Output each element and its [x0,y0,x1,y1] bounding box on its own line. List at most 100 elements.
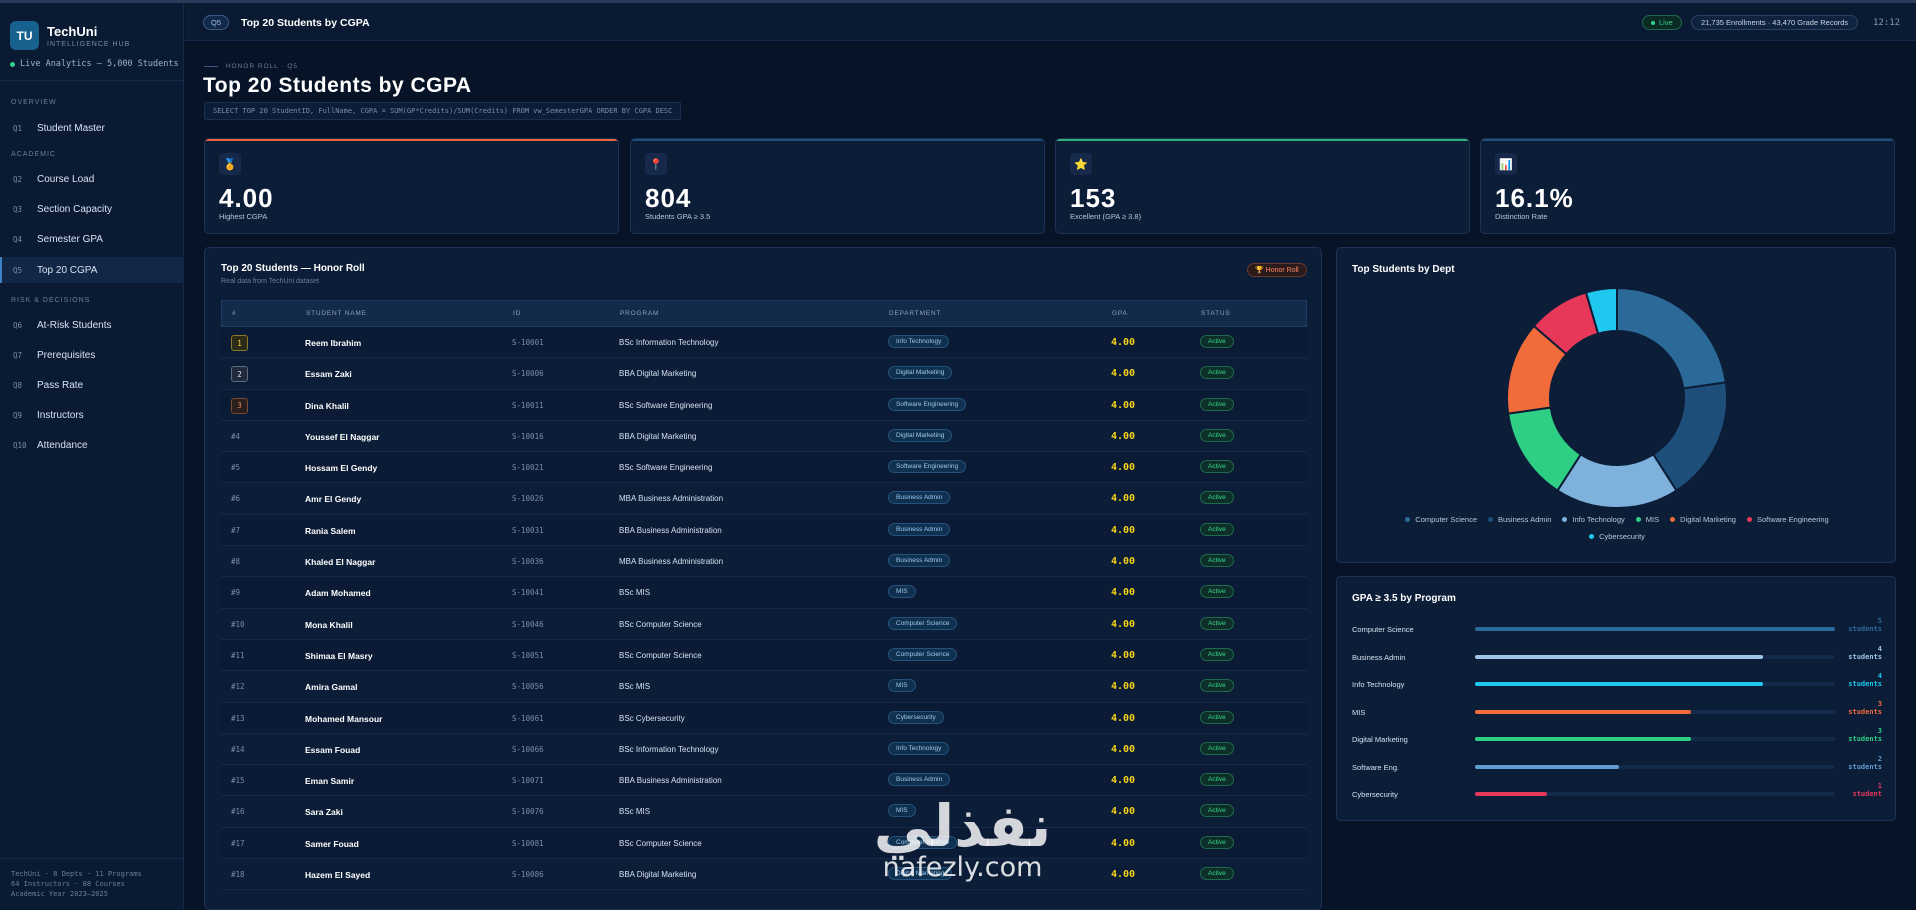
sidebar-item-pass-rate[interactable]: Q8 Pass Rate [0,372,184,398]
star-icon: ⭐ [1070,153,1092,175]
bar-row[interactable]: Info Technology 4 students [1352,672,1882,699]
chart-title: Top Students by Dept [1352,264,1455,275]
legend-item[interactable]: Info Technology [1562,515,1625,524]
table-row[interactable]: #5 Hossam El Gendy S-10021 BSc Software Eng… [221,452,1307,484]
sidebar-item-course-load[interactable]: Q2 Course Load [0,166,184,192]
bar-row[interactable]: Cybersecurity 1 student [1352,782,1882,809]
table-row[interactable]: #4 Youssef El Naggar S-10016 BBA Digital Ma… [221,421,1307,453]
bar-row[interactable]: Digital Marketing 3 students [1352,727,1882,754]
table-row[interactable]: #17 Samer Fouad S-10081 BSc Computer Scienc… [221,827,1307,860]
sidebar-item-student-master[interactable]: Q1 Student Master [0,115,184,141]
live-analytics-text: Live Analytics — 5,000 Students [20,59,179,69]
program-cell: BBA Digital Marketing [619,431,697,441]
table-row[interactable]: #18 Hazem El Sayed S-10086 BBA Digital Mark… [221,859,1307,891]
status-badge: Active [1200,491,1234,505]
legend-item[interactable]: Software Engineering [1746,515,1829,524]
page-title: Top 20 Students by CGPA [203,74,472,97]
table-row[interactable]: #7 Rania Salem S-10031 BBA Business Adminis… [221,514,1307,547]
program-cell: MBA Business Administration [619,494,724,504]
column-header[interactable]: GPA [1112,310,1128,317]
table-row[interactable]: #13 Mohamed Mansour S-10061 BSc Cybersecuri… [221,702,1307,734]
bar-row[interactable]: Computer Science 5 students [1352,617,1882,644]
donut-slice-computer-science[interactable] [1616,286,1728,390]
kpi-distinction-rate: 📊 16.1% Distinction Rate [1480,138,1895,234]
nav-label: Student Master [37,122,105,134]
legend-item[interactable]: Computer Science [1405,515,1477,524]
kpi-accent-bar [205,139,618,141]
bar-label: Business Admin [1352,652,1406,662]
table-row[interactable]: #15 Eman Samir S-10071 BBA Business Adminis… [221,765,1307,797]
kpi-excellent: ⭐ 153 Excellent (GPA ≥ 3.8) [1055,138,1470,234]
table-row[interactable]: 1 Reem Ibrahim S-10001 BSc Information Tech… [221,327,1307,359]
status-badge: Active [1200,397,1234,411]
nav-number: Q4 [13,234,23,244]
kpi-label: Students GPA ≥ 3.5 [645,212,711,221]
kpi-label: Distinction Rate [1495,212,1548,221]
query-badge: Q5 [203,15,230,30]
column-header[interactable]: PROGRAM [620,310,659,317]
program-cell: BBA Business Administration [619,776,722,786]
bar-value-unit: students [1848,652,1882,661]
legend-item[interactable]: Cybersecurity [1589,532,1645,541]
table-row[interactable]: #12 Amira Gamal S-10056 BSc MIS 4.00 MIS Activ… [221,671,1307,703]
table-row[interactable]: #11 Shimaa El Masry S-10051 BSc Computer Sc… [221,639,1307,672]
legend-item[interactable]: Digital Marketing [1670,515,1736,524]
legend-label: Software Engineering [1756,515,1829,524]
table-row[interactable]: 2 Essam Zaki S-10006 BBA Digital Marketing 4… [221,358,1307,390]
bar-fill [1475,682,1763,686]
legend-item[interactable]: MIS [1635,515,1659,524]
bar-value-number: 4 [1877,644,1882,653]
column-header[interactable]: DEPARTMENT [889,310,941,317]
status-badge: Active [1200,335,1234,348]
nav-number: Q6 [13,320,23,330]
bar-label: MIS [1352,707,1366,717]
bar-row[interactable]: Software Eng. 2 students [1352,755,1882,782]
sidebar-item-attendance[interactable]: Q10 Attendance [0,432,184,458]
column-header[interactable]: # [232,310,236,317]
student-name-cell: Essam Fouad [305,744,361,755]
table-row[interactable]: #10 Mona Khalil S-10046 BSc Computer Scienc… [221,609,1307,640]
rank-badge: 3 [231,397,248,414]
nav-number: Q3 [13,204,23,214]
student-id-cell: S-10031 [512,525,544,535]
program-cell: BSc Computer Science [619,838,702,848]
bar-track [1475,682,1835,686]
gpa-cell: 4.00 [1111,493,1136,505]
legend-dot-icon [1562,517,1568,522]
column-header[interactable]: ID [513,310,521,317]
sidebar-footer-divider [0,858,184,859]
student-id-cell: S-10056 [512,682,544,692]
department-badge: Digital Marketing [888,428,953,442]
footer-line: 64 Instructors · 88 Courses [11,880,125,888]
column-header[interactable]: STUDENT NAME [306,310,367,317]
sidebar-item-semester-gpa[interactable]: Q4 Semester GPA [0,226,184,252]
table-row[interactable]: #14 Essam Fouad S-10066 BSc Information Tec… [221,734,1307,766]
table-row[interactable]: #8 Khaled El Naggar S-10036 MBA Business Ad… [221,546,1307,578]
student-name-cell: Rania Salem [305,525,356,536]
legend-dot-icon [1488,517,1493,522]
bar-row[interactable]: Business Admin 4 students [1352,644,1882,672]
bar-row[interactable]: MIS 3 students [1352,700,1882,727]
department-badge: Info Technology [888,335,950,348]
sidebar-item-instructors[interactable]: Q9 Instructors [0,402,184,428]
student-name-cell: Amr El Gendy [305,494,362,505]
rank-cell: #4 [231,431,241,441]
sidebar-item-section-capacity[interactable]: Q3 Section Capacity [0,196,184,222]
sidebar-item-top-20-cgpa[interactable]: Q5 Top 20 CGPA [0,257,184,283]
column-header[interactable]: STATUS [1201,310,1230,317]
sidebar-item-at-risk[interactable]: Q6 At-Risk Students [0,312,184,338]
section-label-academic: ACADEMIC [11,151,56,158]
sidebar-item-prerequisites[interactable]: Q7 Prerequisites [0,342,184,368]
bar-value-label: 2 students [1848,755,1882,771]
table-row[interactable]: 3 Dina Khalil S-10011 BSc Software Engineer… [221,389,1307,421]
table-row[interactable]: #16 Sara Zaki S-10076 BSc MIS 4.00 MIS Active [221,796,1307,828]
program-cell: BSc MIS [619,588,651,598]
department-badge: Info Technology [888,741,950,755]
legend-item[interactable]: Business Admin [1488,515,1551,524]
table-row[interactable]: #6 Amr El Gendy S-10026 MBA Business Admini… [221,483,1307,515]
table-row[interactable]: #9 Adam Mohamed S-10041 BSc MIS 4.00 MIS Activ… [221,577,1307,609]
nav-label: Top 20 CGPA [37,264,98,276]
department-badge: MIS [888,679,916,693]
bar-value-label: 3 students [1848,727,1882,743]
kpi-label: Excellent (GPA ≥ 3.8) [1070,212,1142,221]
